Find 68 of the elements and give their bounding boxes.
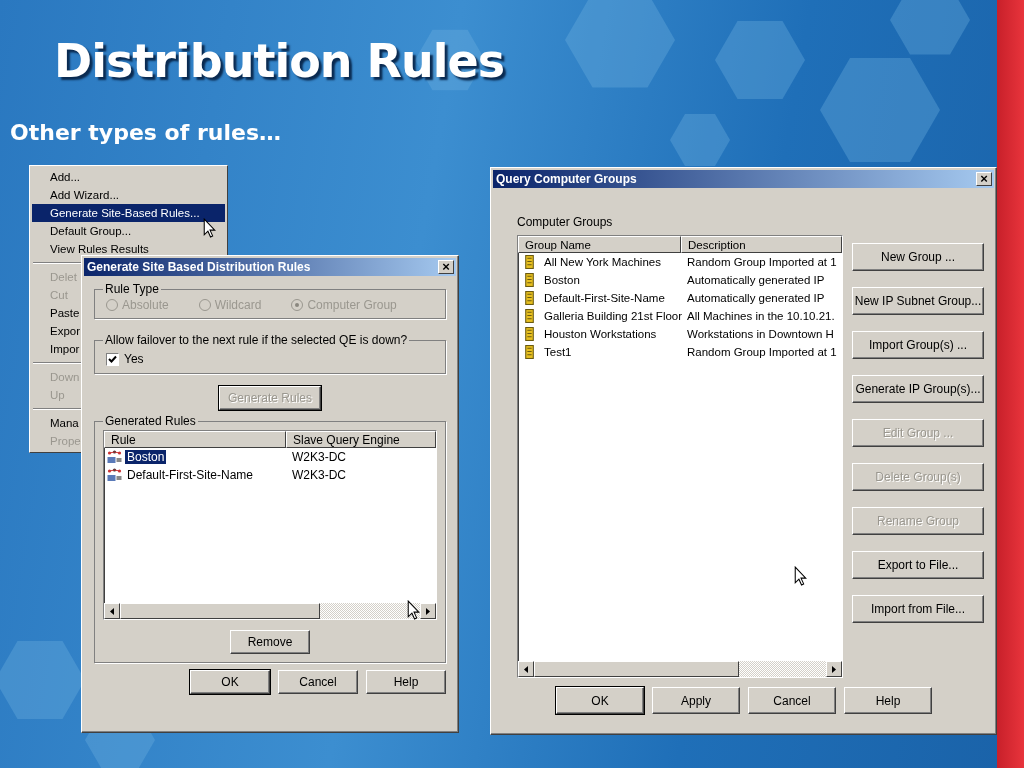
- scroll-thumb[interactable]: [534, 661, 739, 677]
- dialog-button[interactable]: Cancel: [748, 687, 836, 714]
- dialog-button[interactable]: Help: [844, 687, 932, 714]
- server-icon: [525, 345, 534, 359]
- slide-subtitle: Other types of rules…: [10, 120, 281, 145]
- group-action-button[interactable]: Import Group(s) ...: [852, 331, 984, 359]
- server-icon: [525, 309, 534, 323]
- rule-name[interactable]: Default-First-Site-Name: [125, 468, 256, 482]
- menu-item[interactable]: View Rules Results: [32, 240, 225, 258]
- group-action-button[interactable]: Import from File...: [852, 595, 984, 623]
- table-cell-text: All Machines in the 10.10.21.: [686, 310, 836, 322]
- radio-label: Wildcard: [214, 298, 262, 312]
- menu-item[interactable]: Add Wizard...: [32, 186, 225, 204]
- horizontal-scrollbar[interactable]: [518, 661, 842, 677]
- group-name[interactable]: All New York Machines: [544, 256, 661, 268]
- group-label: Generated Rules: [104, 414, 197, 428]
- checkbox[interactable]: [106, 352, 119, 366]
- horizontal-scrollbar[interactable]: [104, 603, 436, 619]
- table-cell-text: Automatically generated IP: [686, 292, 826, 304]
- close-button[interactable]: ×: [438, 260, 454, 274]
- column-header[interactable]: Rule: [104, 431, 286, 448]
- group-name[interactable]: Houston Workstations: [544, 328, 657, 340]
- cursor-icon: [794, 566, 807, 586]
- checkbox-label: Yes: [124, 352, 144, 366]
- group-label: Allow failover to the next rule if the selected QE is down?: [104, 333, 409, 347]
- column-header[interactable]: Description: [681, 236, 842, 253]
- window-title: Generate Site Based Distribution Rules: [86, 260, 311, 274]
- dialog-button[interactable]: Cancel: [278, 670, 358, 694]
- server-icon: [525, 327, 534, 341]
- group-action-button[interactable]: New Group ...: [852, 243, 984, 271]
- server-icon: [525, 255, 534, 269]
- remove-button[interactable]: Remove: [230, 630, 310, 654]
- server-icon: [525, 273, 534, 287]
- dialog-button[interactable]: OK: [190, 670, 270, 694]
- network-icon: [106, 450, 123, 464]
- cursor-icon: [203, 218, 216, 238]
- server-icon: [525, 291, 534, 305]
- group-label: Rule Type: [104, 282, 160, 296]
- menu-item[interactable]: Default Group...: [32, 222, 225, 240]
- rule-name[interactable]: Boston: [125, 450, 167, 464]
- group-name[interactable]: Test1: [544, 346, 572, 358]
- table-cell-text: Random Group Imported at 1: [686, 346, 838, 358]
- dialog-button[interactable]: OK: [556, 687, 644, 714]
- slide-title: Distribution Rules: [54, 34, 505, 88]
- group-name[interactable]: Boston: [544, 274, 580, 286]
- group-name[interactable]: Default-First-Site-Name: [544, 292, 665, 304]
- radio-label: Computer Group: [307, 298, 397, 312]
- radio-label: Absolute: [122, 298, 169, 312]
- table-cell-text: Random Group Imported at 1: [686, 256, 838, 268]
- scroll-thumb[interactable]: [120, 603, 320, 619]
- menu-item[interactable]: Generate Site-Based Rules...: [32, 204, 225, 222]
- network-icon: [106, 468, 123, 482]
- table-cell-text: Automatically generated IP: [686, 274, 826, 286]
- dialog-button[interactable]: Help: [366, 670, 446, 694]
- group-action-button[interactable]: Generate IP Group(s)...: [852, 375, 984, 403]
- column-header[interactable]: Slave Query Engine: [286, 431, 436, 448]
- group-name[interactable]: Galleria Building 21st Floor: [544, 310, 683, 322]
- list-label: Computer Groups: [517, 215, 614, 231]
- table-cell-text: W2K3-DC: [291, 468, 347, 482]
- window-title: Query Computer Groups: [495, 172, 637, 186]
- column-header[interactable]: Group Name: [518, 236, 681, 253]
- group-action-button[interactable]: Export to File...: [852, 551, 984, 579]
- dialog-button[interactable]: Apply: [652, 687, 740, 714]
- group-action-button[interactable]: New IP Subnet Group...: [852, 287, 984, 315]
- table-cell-text: Workstations in Downtown H: [686, 328, 835, 340]
- table-cell-text: W2K3-DC: [291, 450, 347, 464]
- menu-item[interactable]: Add...: [32, 168, 225, 186]
- close-button[interactable]: ×: [976, 172, 992, 186]
